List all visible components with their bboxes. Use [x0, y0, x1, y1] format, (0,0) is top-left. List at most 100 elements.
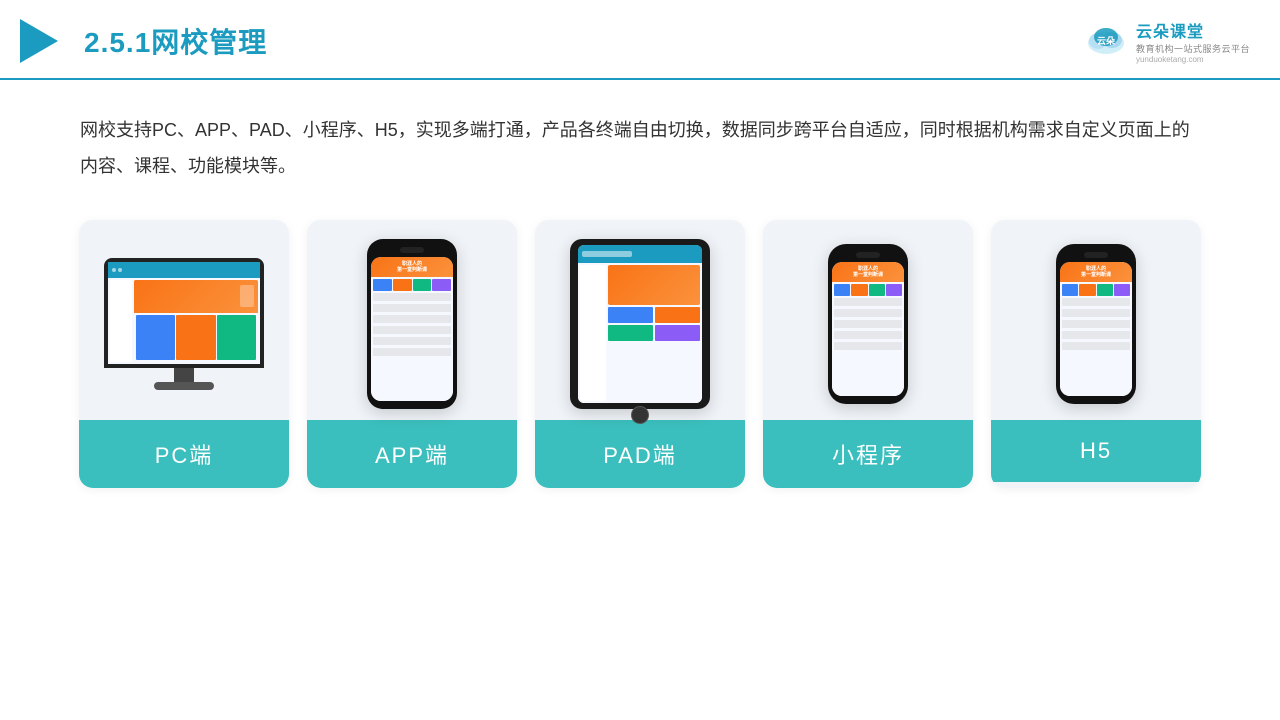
phone-content [371, 277, 453, 401]
phone-row [1062, 284, 1130, 296]
logo-text: 云朵课堂 教育机构一站式服务云平台 yunduoketang.com [1136, 18, 1250, 64]
screen-cards [134, 313, 258, 362]
pad-label: PAD端 [535, 420, 745, 488]
phone-header-text: 职涯人的第一堂判断课 [853, 266, 883, 278]
phone-screen: 职涯人的第一堂判断课 [832, 262, 904, 396]
tablet-item [655, 325, 700, 341]
tablet-banner [608, 265, 700, 305]
phone-item [1114, 284, 1130, 296]
header-left: 2.5.1网校管理 [20, 19, 267, 63]
card-pad: PAD端 [535, 220, 745, 488]
monitor-neck [174, 368, 194, 382]
phone-screen: 职涯人的第一堂判断课 [1060, 262, 1132, 396]
h5-phone-mockup: 职涯人的第一堂判断课 [1056, 244, 1136, 404]
pc-label: PC端 [79, 420, 289, 488]
screen-card [217, 315, 256, 360]
phone-list [834, 309, 902, 317]
phone-row [834, 284, 902, 296]
card-mini: 职涯人的第一堂判断课 [763, 220, 973, 488]
phone-item [1097, 284, 1113, 296]
phone-item [393, 279, 412, 291]
card-app: 职涯人的第一堂判断课 [307, 220, 517, 488]
logo-area: 云朵 云朵课堂 教育机构一站式服务云平台 yunduoketang.com [1084, 18, 1250, 64]
pc-mockup [104, 258, 264, 390]
phone-content [1060, 282, 1132, 396]
phone-list [373, 293, 451, 301]
tablet-grid [608, 307, 700, 341]
play-icon [20, 19, 58, 63]
phone-screen: 职涯人的第一堂判断课 [371, 257, 453, 401]
page-title: 2.5.1网校管理 [84, 21, 267, 61]
phone-header-bar: 职涯人的第一堂判断课 [371, 257, 453, 277]
card-pc: PC端 [79, 220, 289, 488]
phone-list [373, 315, 451, 323]
phone-item [1079, 284, 1095, 296]
screen-content [108, 278, 260, 364]
phone-header-bar: 职涯人的第一堂判断课 [832, 262, 904, 282]
tablet-main [608, 265, 700, 401]
phone-list [834, 342, 902, 350]
screen-card [176, 315, 215, 360]
pc-image-area [79, 220, 289, 420]
tablet-screen [578, 245, 702, 403]
phone-list [373, 326, 451, 334]
screen-dot [118, 268, 122, 272]
phone-notch [1084, 252, 1108, 258]
phone-list [1062, 298, 1130, 306]
phone-notch [400, 247, 424, 253]
banner-figure [240, 285, 254, 307]
phone-list [373, 348, 451, 356]
phone-list [1062, 320, 1130, 328]
phone-list [373, 337, 451, 345]
header: 2.5.1网校管理 云朵 云朵课堂 教育机构一站式服务云平台 yunduoket… [0, 0, 1280, 80]
tablet-home-btn [631, 406, 649, 424]
phone-item [851, 284, 867, 296]
cards-container: PC端 职涯人的第一堂判断课 [0, 184, 1280, 518]
screen-sidebar [110, 280, 132, 362]
phone-header-text: 职涯人的第一堂判断课 [397, 261, 427, 273]
phone-list [1062, 309, 1130, 317]
monitor-screen [108, 262, 260, 364]
phone-item [413, 279, 432, 291]
tablet-item [608, 325, 653, 341]
mini-phone-mockup: 职涯人的第一堂判断课 [828, 244, 908, 404]
logo-icon: 云朵 [1084, 23, 1128, 59]
phone-list [1062, 331, 1130, 339]
svg-text:云朵: 云朵 [1097, 36, 1116, 46]
phone-content [832, 282, 904, 396]
description-text: 网校支持PC、APP、PAD、小程序、H5，实现多端打通，产品各终端自由切换，数… [0, 80, 1280, 184]
screen-dot [112, 268, 116, 272]
monitor-base [154, 382, 214, 390]
tablet-item [608, 307, 653, 323]
monitor-body [104, 258, 264, 368]
tablet-content [578, 263, 702, 403]
phone-item [886, 284, 902, 296]
phone-item [869, 284, 885, 296]
card-h5: 职涯人的第一堂判断课 [991, 220, 1201, 488]
phone-item [834, 284, 850, 296]
phone-item [432, 279, 451, 291]
h5-image-area: 职涯人的第一堂判断课 [991, 220, 1201, 420]
pad-tablet-mockup [570, 239, 710, 409]
app-image-area: 职涯人的第一堂判断课 [307, 220, 517, 420]
phone-item [373, 279, 392, 291]
tablet-header [578, 245, 702, 263]
screen-top-bar [108, 262, 260, 278]
phone-list [1062, 342, 1130, 350]
phone-notch [856, 252, 880, 258]
pad-image-area [535, 220, 745, 420]
phone-header-text: 职涯人的第一堂判断课 [1081, 266, 1111, 278]
phone-header-bar: 职涯人的第一堂判断课 [1060, 262, 1132, 282]
phone-list [834, 320, 902, 328]
phone-list [834, 331, 902, 339]
screen-main [134, 280, 258, 362]
mini-image-area: 职涯人的第一堂判断课 [763, 220, 973, 420]
screen-card [136, 315, 175, 360]
tablet-item [655, 307, 700, 323]
phone-item [1062, 284, 1078, 296]
mini-label: 小程序 [763, 420, 973, 488]
phone-list [834, 298, 902, 306]
screen-banner [134, 280, 258, 313]
tablet-bar [582, 251, 632, 257]
app-phone-mockup: 职涯人的第一堂判断课 [367, 239, 457, 409]
